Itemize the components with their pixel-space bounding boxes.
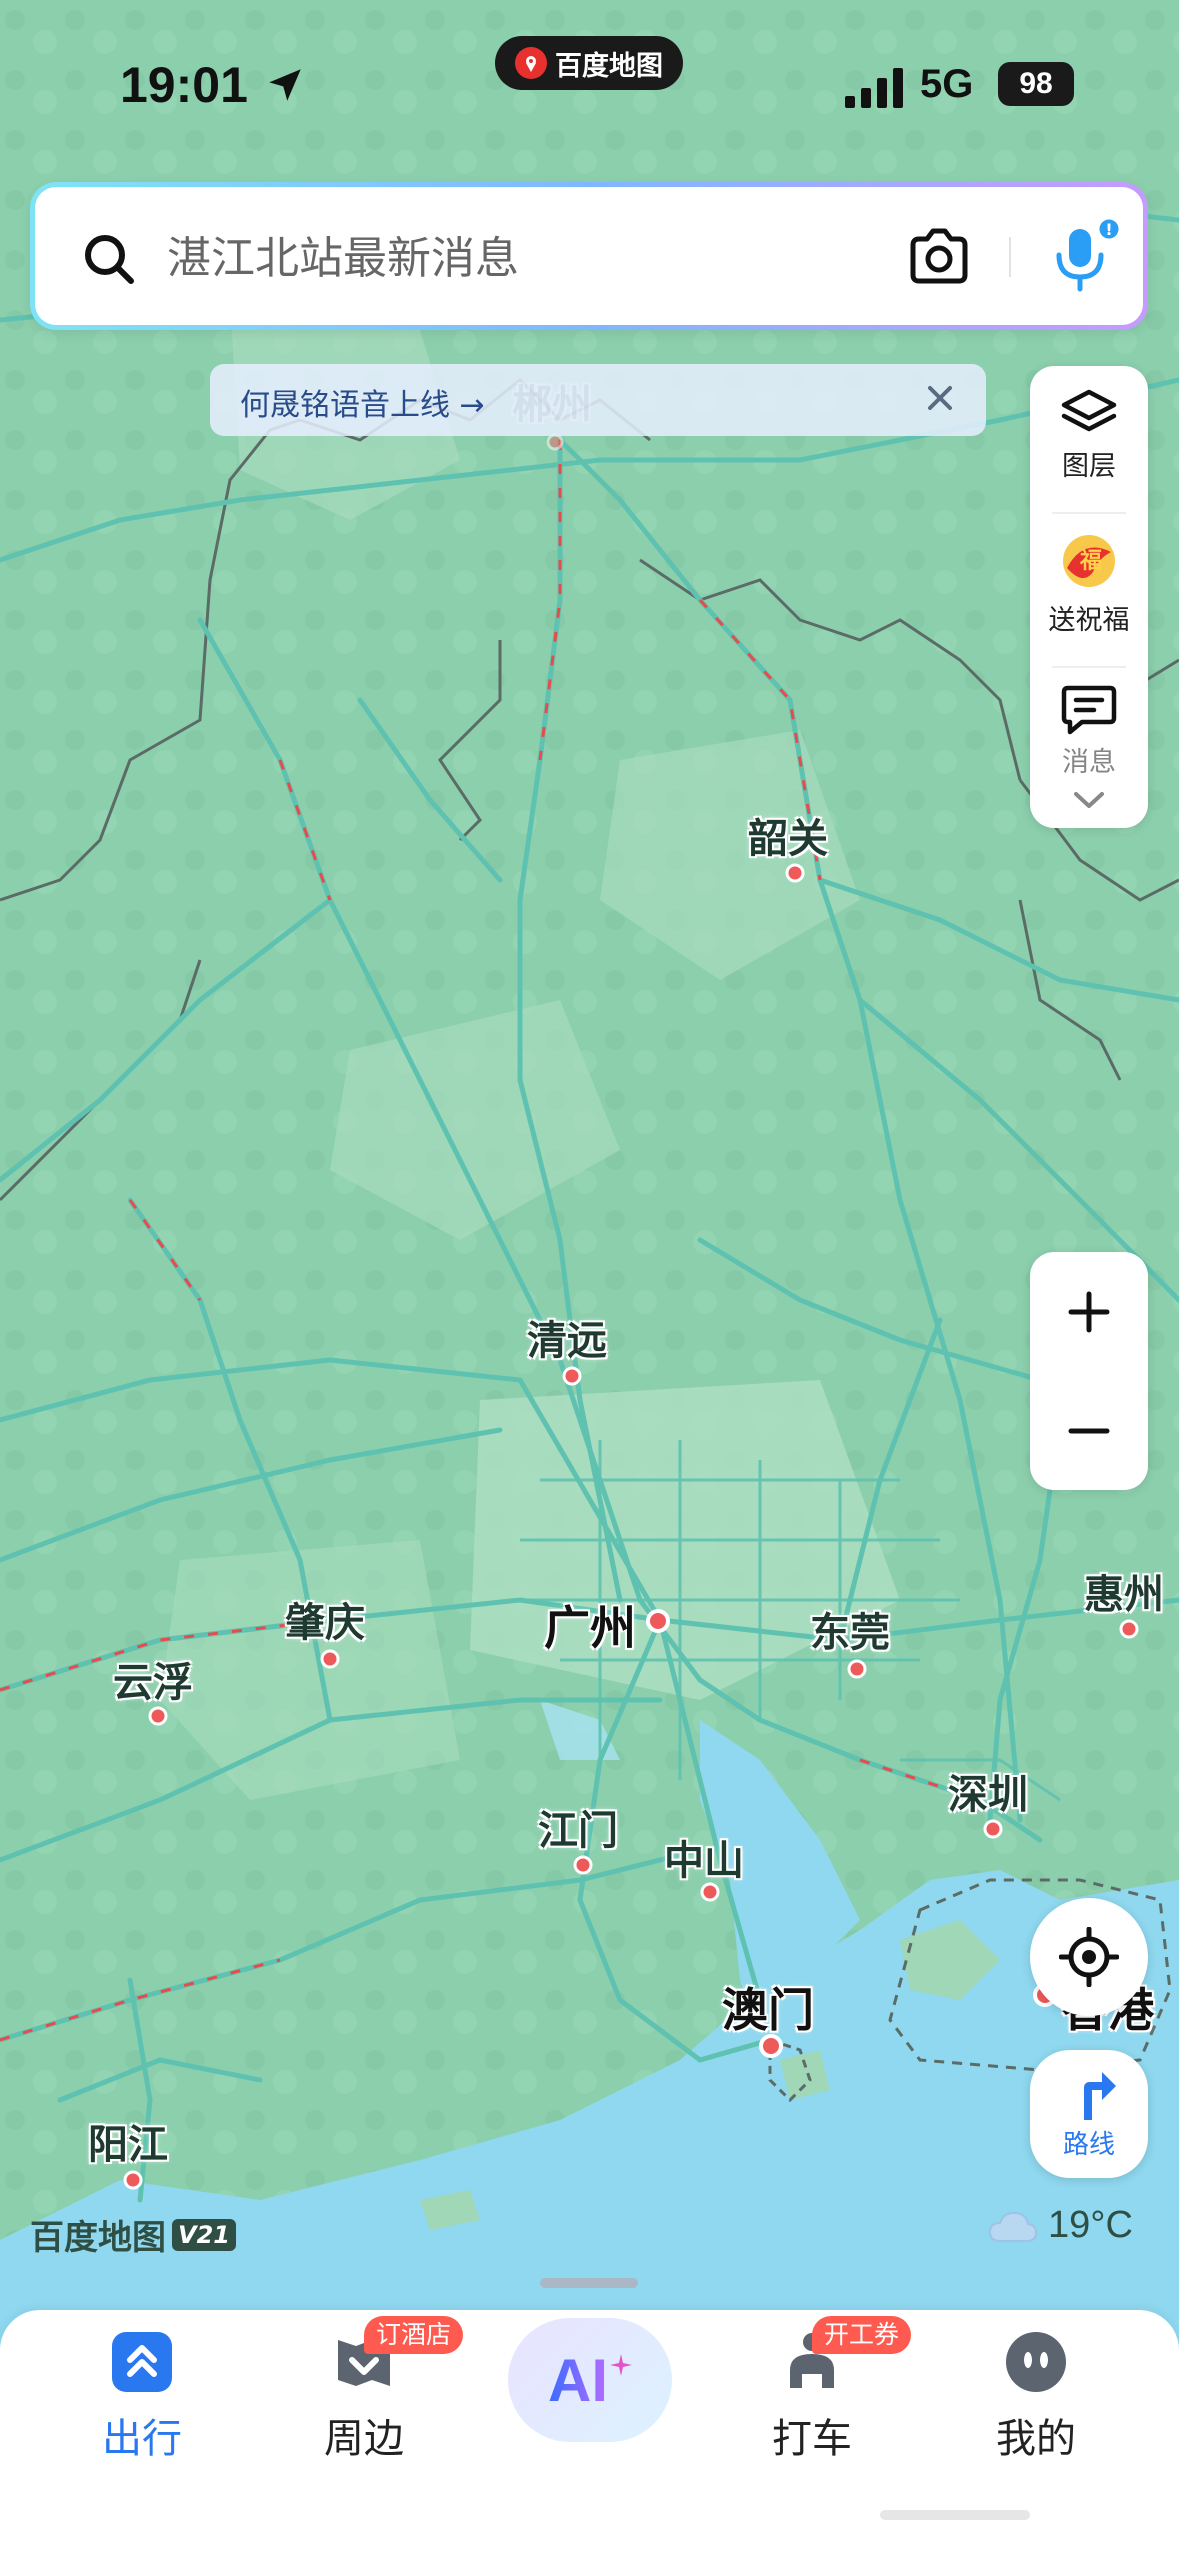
messages-button[interactable]: 消息	[1030, 682, 1148, 779]
route-arrow-icon	[1084, 2072, 1116, 2120]
map-attribution: 百度地图 V21	[30, 2210, 236, 2259]
app-brand-name: 百度地图	[555, 50, 663, 82]
blessing-button[interactable]: 福 送祝福	[1030, 528, 1148, 637]
layers-label: 图层	[1062, 451, 1116, 482]
tab-profile[interactable]: 我的	[956, 2330, 1116, 2462]
city-label-guangzhou[interactable]: 广州	[544, 1592, 636, 1658]
close-icon[interactable]	[922, 380, 958, 416]
city-label-zhaoqing[interactable]: 肇庆	[285, 1590, 365, 1648]
zoom-controls	[1030, 1252, 1148, 1490]
weather-temperature: 19°C	[1048, 2204, 1133, 2246]
profile-icon	[1006, 2332, 1066, 2392]
tab-nearby[interactable]: 订酒店 周边	[284, 2316, 464, 2462]
network-type: 5G	[920, 62, 974, 106]
city-label-yangjiang[interactable]: 阳江	[88, 2112, 168, 2170]
notice-text[interactable]: 何晟铭语音上线 →	[240, 380, 485, 424]
toolbar-divider	[1052, 512, 1126, 514]
city-label-qingyuan[interactable]: 清远	[527, 1308, 607, 1366]
search-divider	[1009, 237, 1011, 277]
locate-crosshair-icon	[1059, 1927, 1119, 1987]
layers-icon	[1061, 389, 1117, 432]
city-label-shaoguan[interactable]: 韶关	[748, 806, 828, 864]
svg-text:!: !	[1105, 220, 1112, 239]
chevron-down-icon[interactable]	[1072, 790, 1106, 810]
search-input[interactable]	[165, 225, 769, 291]
microphone-icon[interactable]: !	[1043, 215, 1123, 299]
tab-travel[interactable]: 出行	[62, 2330, 222, 2462]
messages-label: 消息	[1062, 747, 1116, 778]
city-dot-dongguan	[847, 1659, 867, 1679]
city-label-jiangmen[interactable]: 江门	[538, 1798, 618, 1856]
toolbar-divider	[1052, 666, 1126, 668]
taxi-badge: 开工券	[812, 2316, 912, 2354]
home-indicator	[880, 2510, 1030, 2520]
travel-icon	[112, 2332, 172, 2392]
nearby-badge: 订酒店	[364, 2316, 464, 2354]
city-dot-zhaoqing	[320, 1649, 340, 1669]
city-label-dongguan[interactable]: 东莞	[810, 1600, 890, 1658]
sparkle-icon	[610, 2354, 632, 2376]
ai-icon: AI	[548, 2346, 608, 2414]
svg-text:福: 福	[1079, 549, 1102, 574]
city-label-shenzhen[interactable]: 深圳	[948, 1762, 1028, 1820]
locate-button[interactable]	[1030, 1898, 1148, 2016]
location-arrow-icon	[269, 69, 301, 101]
plus-icon	[1068, 1291, 1110, 1332]
city-label-zhongshan[interactable]: 中山	[664, 1828, 744, 1886]
attribution-text: 百度地图	[30, 2218, 166, 2258]
weather-widget[interactable]: 19°C	[988, 2204, 1133, 2247]
city-dot-chenzhou	[546, 433, 564, 451]
battery-indicator: 98	[998, 62, 1074, 106]
city-dot-jiangmen	[573, 1855, 593, 1875]
sheet-drag-handle[interactable]	[540, 2278, 638, 2288]
minus-icon	[1068, 1428, 1110, 1433]
tab-travel-label: 出行	[102, 2416, 182, 2462]
map-toolbar: 图层 福 送祝福 消息	[1030, 366, 1148, 828]
message-icon	[1061, 685, 1117, 735]
tab-profile-label: 我的	[996, 2416, 1076, 2462]
ai-assistant-button[interactable]: AI	[508, 2318, 672, 2442]
cellular-signal-icon	[845, 68, 903, 108]
tab-taxi-label: 打车	[772, 2416, 852, 2462]
search-icon	[85, 235, 134, 284]
city-dot-shaoguan	[785, 863, 805, 883]
voice-notice-banner[interactable]: 何晟铭语音上线 →	[210, 364, 986, 436]
city-dot-huizhou	[1119, 1619, 1139, 1639]
attribution-version: V21	[172, 2218, 236, 2251]
route-button[interactable]: 路线	[1030, 2050, 1148, 2178]
blessing-label: 送祝福	[1048, 605, 1130, 636]
city-dot-shenzhen	[983, 1819, 1003, 1839]
city-dot-guangzhou	[646, 1609, 670, 1633]
camera-icon[interactable]	[907, 227, 971, 287]
tab-nearby-label: 周边	[324, 2416, 404, 2462]
city-dot-zhongshan	[700, 1882, 720, 1902]
zoom-out-button[interactable]	[1030, 1371, 1148, 1490]
blessing-icon: 福	[1063, 535, 1115, 587]
route-label: 路线	[1062, 2130, 1115, 2160]
layers-button[interactable]: 图层	[1030, 388, 1148, 483]
city-dot-yangjiang	[123, 2170, 143, 2190]
city-label-macau[interactable]: 澳门	[722, 1974, 814, 2040]
map-screen: 郴州 韶关 清远 广州 东莞 惠州 肇庆 云浮 江门 中山 深圳 澳门 香港 阳…	[0, 0, 1179, 2556]
search-bar[interactable]: !	[30, 182, 1148, 330]
city-dot-yunfu	[148, 1706, 168, 1726]
status-time: 19:01	[120, 57, 248, 113]
cloud-icon	[988, 2211, 1038, 2242]
city-label-yunfu[interactable]: 云浮	[113, 1650, 193, 1708]
city-dot-qingyuan	[562, 1366, 582, 1386]
tab-taxi[interactable]: 开工券 打车	[732, 2316, 912, 2462]
baidu-maps-logo-icon	[515, 47, 547, 79]
app-brand-pill[interactable]: 百度地图	[495, 36, 683, 90]
zoom-in-button[interactable]	[1030, 1252, 1148, 1371]
city-label-huizhou[interactable]: 惠州	[1084, 1562, 1164, 1620]
